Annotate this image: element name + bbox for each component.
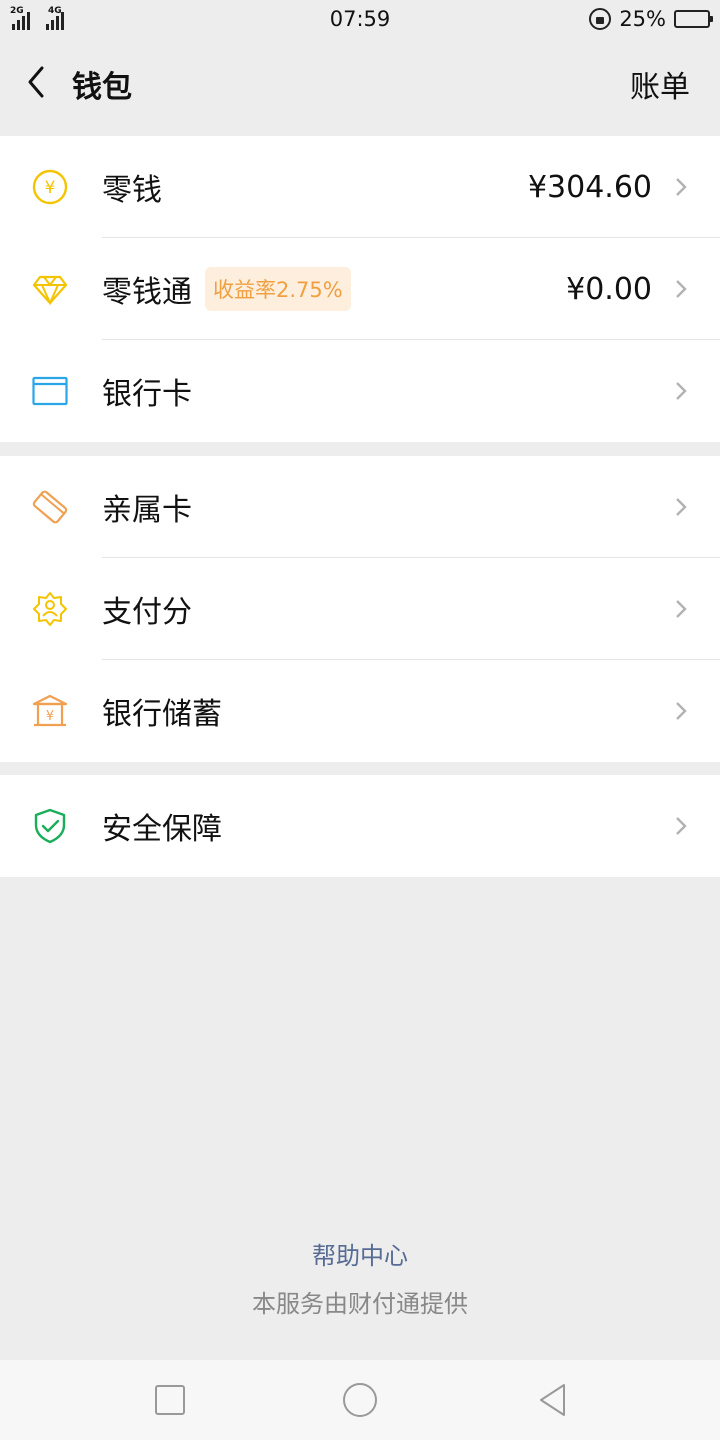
- row-label: 零钱通: [102, 275, 192, 310]
- bank-savings-icon: ¥: [32, 694, 68, 727]
- row-bank-savings[interactable]: ¥ 银行储蓄: [0, 660, 720, 762]
- wallet-section-services: 亲属卡 支付分 ¥ 银行储蓄: [0, 456, 720, 762]
- row-security[interactable]: 安全保障: [0, 775, 720, 877]
- wallet-section-security: 安全保障: [0, 775, 720, 877]
- row-bank-card[interactable]: 银行卡: [0, 340, 720, 442]
- back-nav-icon[interactable]: [536, 1382, 572, 1418]
- chevron-right-icon: [676, 178, 687, 196]
- row-family-card[interactable]: 亲属卡: [0, 456, 720, 558]
- chevron-right-icon: [676, 817, 687, 835]
- svg-text:¥: ¥: [46, 709, 54, 724]
- status-bar: 2G 4G 07:59 25%: [0, 0, 720, 38]
- yuan-coin-icon: ¥: [32, 169, 68, 205]
- page-title: 钱包: [72, 70, 132, 105]
- row-label: 零钱: [102, 173, 162, 208]
- shield-check-icon: [34, 808, 66, 844]
- row-pay-score[interactable]: 支付分: [0, 558, 720, 660]
- row-value: ¥304.60: [527, 169, 652, 205]
- row-label: 亲属卡: [102, 493, 192, 528]
- family-card-icon: [32, 490, 68, 524]
- credit-score-icon: [33, 592, 67, 626]
- yield-rate-badge: 收益率2.75%: [205, 267, 351, 311]
- system-nav-bar: [0, 1360, 720, 1440]
- row-change[interactable]: ¥ 零钱 ¥304.60: [0, 136, 720, 238]
- provider-notice: 本服务由财付通提供: [252, 1290, 468, 1318]
- row-label: 支付分: [102, 595, 192, 630]
- back-arrow-icon[interactable]: [22, 62, 52, 102]
- chevron-right-icon: [676, 382, 687, 400]
- row-label: 银行储蓄: [102, 697, 222, 732]
- row-lingqiantong[interactable]: 零钱通 收益率2.75% ¥0.00: [0, 238, 720, 340]
- diamond-icon: [32, 275, 68, 306]
- bill-button[interactable]: 账单: [630, 62, 690, 106]
- battery-icon: [674, 10, 713, 28]
- help-center-link[interactable]: 帮助中心: [0, 1236, 720, 1271]
- chevron-right-icon: [676, 702, 687, 720]
- home-icon[interactable]: [342, 1382, 378, 1418]
- row-value: ¥0.00: [566, 271, 652, 307]
- row-label: 安全保障: [102, 812, 222, 847]
- wallet-section-balance: ¥ 零钱 ¥304.60 零钱通 收益率2.75% ¥0.00 银行卡: [0, 136, 720, 442]
- svg-text:¥: ¥: [45, 178, 56, 198]
- top-bar: 钱包 账单: [0, 38, 720, 126]
- bank-card-icon: [32, 376, 68, 406]
- chevron-right-icon: [676, 600, 687, 618]
- chevron-right-icon: [676, 280, 687, 298]
- row-label: 银行卡: [102, 377, 192, 412]
- status-time: 07:59: [329, 7, 391, 31]
- chevron-right-icon: [676, 498, 687, 516]
- recent-apps-icon[interactable]: [152, 1382, 188, 1418]
